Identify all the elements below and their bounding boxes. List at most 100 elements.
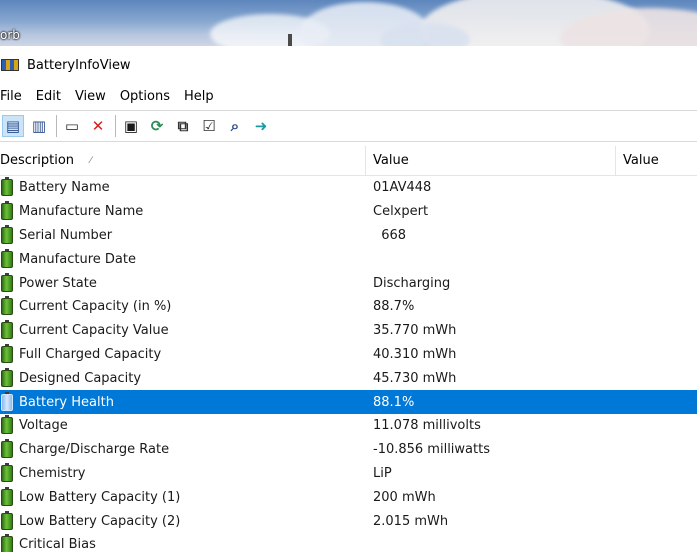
exit-button[interactable]: ➜ (250, 115, 272, 137)
value-cell: LiP (373, 465, 392, 481)
table-row[interactable]: Low Battery Capacity (1) 200 mWh (0, 485, 697, 509)
options-icon: ☑ (202, 116, 216, 135)
battery-icon (1, 248, 13, 268)
table-row[interactable]: Manufacture Name Celxpert (0, 200, 697, 224)
battery-icon (1, 510, 13, 530)
description-text: Charge/Discharge Rate (19, 442, 170, 458)
battery-icon (1, 367, 13, 387)
description-cell: Low Battery Capacity (1) (0, 486, 366, 506)
html-report-button[interactable]: ▤ (2, 115, 24, 137)
save-button[interactable]: ▣ (120, 115, 142, 137)
description-text: Designed Capacity (19, 370, 142, 386)
options-button[interactable]: ☑ (198, 115, 220, 137)
table-row[interactable]: Chemistry LiP (0, 462, 697, 486)
columns-icon: ▭ (64, 116, 80, 135)
value-cell: 88.7% (373, 299, 415, 315)
toolbar-separator (115, 115, 116, 137)
battery-icon (1, 439, 13, 459)
description-text: Power State (19, 275, 97, 291)
description-text: Chemistry (19, 465, 86, 481)
delete-icon: ✕ (91, 116, 105, 135)
window-title-bar[interactable]: BatteryInfoView (0, 46, 697, 84)
columns-button[interactable]: ▭ (61, 115, 83, 137)
value-cell: Celxpert (373, 204, 429, 220)
table-row[interactable]: Serial Number 668 (0, 224, 697, 248)
table-row[interactable]: Current Capacity (in %) 88.7% (0, 295, 697, 319)
delete-button[interactable]: ✕ (87, 115, 109, 137)
desktop-background: orb (0, 0, 697, 46)
battery-icon (1, 177, 13, 197)
value-cell: 200 mWh (373, 489, 436, 505)
description-cell: Manufacture Date (0, 248, 366, 268)
menu-view[interactable]: View (75, 89, 114, 104)
battery-icon (1, 462, 13, 482)
menu-edit[interactable]: Edit (36, 89, 69, 104)
battery-icon (1, 415, 13, 435)
table-row[interactable]: Power State Discharging (0, 271, 697, 295)
battery-icon (1, 296, 13, 316)
table-row[interactable]: Designed Capacity 45.730 mWh (0, 366, 697, 390)
menu-file[interactable]: File (0, 89, 30, 104)
column-header-value-2[interactable]: Value (616, 146, 697, 176)
menu-help[interactable]: Help (184, 89, 222, 104)
description-text: Critical Bias (19, 537, 96, 552)
toolbar: ▤ ▥ ▭ ✕ ▣ ⟳ ⧉ ☑ ⌕ ➜ (0, 110, 697, 142)
description-cell: Charge/Discharge Rate (0, 439, 366, 459)
value-cell: 40.310 mWh (373, 346, 457, 362)
description-cell: Full Charged Capacity (0, 343, 366, 363)
description-cell: Low Battery Capacity (2) (0, 510, 366, 530)
column-header-value[interactable]: Value (366, 146, 616, 176)
description-cell: Manufacture Name (0, 201, 366, 221)
find-icon: ⌕ (230, 116, 240, 135)
copy-button[interactable]: ⧉ (172, 115, 194, 137)
description-text: Manufacture Date (19, 251, 136, 267)
battery-app-icon (1, 59, 19, 71)
description-text: Serial Number (19, 227, 113, 243)
window-title: BatteryInfoView (27, 57, 131, 73)
table-row[interactable]: Critical Bias (0, 533, 697, 552)
desktop-detail (288, 34, 292, 46)
battery-icon (1, 391, 13, 411)
description-text: Low Battery Capacity (1) (19, 489, 181, 505)
menu-bar: File Edit View Options Help (0, 84, 697, 108)
battery-icon (1, 343, 13, 363)
column-header-label: Description (0, 153, 75, 168)
description-cell: Battery Name (0, 177, 366, 197)
battery-icon (1, 320, 13, 340)
table-row[interactable]: Charge/Discharge Rate -10.856 milliwatts (0, 438, 697, 462)
battery-icon (1, 201, 13, 221)
table-row[interactable]: Battery Health 88.1% (0, 390, 697, 414)
refresh-icon: ⟳ (150, 116, 164, 135)
table-row[interactable]: Current Capacity Value 35.770 mWh (0, 319, 697, 343)
description-cell: Current Capacity (in %) (0, 296, 366, 316)
description-text: Battery Name (19, 180, 110, 196)
column-header-label: Value (373, 153, 409, 168)
description-cell: Voltage (0, 415, 366, 435)
table-row[interactable]: Voltage 11.078 millivolts (0, 414, 697, 438)
battery-icon (1, 486, 13, 506)
properties-list-button[interactable]: ▥ (28, 115, 50, 137)
value-cell: 45.730 mWh (373, 370, 457, 386)
value-cell: 11.078 millivolts (373, 418, 481, 434)
battery-icon (1, 534, 13, 552)
table-row[interactable]: Full Charged Capacity 40.310 mWh (0, 343, 697, 367)
description-cell: Chemistry (0, 462, 366, 482)
value-cell: 88.1% (373, 394, 415, 410)
menu-options[interactable]: Options (120, 89, 178, 104)
value-cell: -10.856 milliwatts (373, 442, 490, 458)
description-cell: Battery Health (0, 391, 366, 411)
description-text: Current Capacity (in %) (19, 299, 172, 315)
html-report-icon: ▤ (5, 116, 21, 135)
description-cell: Serial Number (0, 224, 366, 244)
desktop-label: orb (0, 28, 20, 42)
value-cell: 35.770 mWh (373, 323, 457, 339)
description-cell: Power State (0, 272, 366, 292)
table-row[interactable]: Low Battery Capacity (2) 2.015 mWh (0, 509, 697, 533)
table-row[interactable]: Battery Name 01AV448 (0, 176, 697, 200)
refresh-button[interactable]: ⟳ (146, 115, 168, 137)
description-text: Manufacture Name (19, 204, 144, 220)
column-header-description[interactable]: Description ⁄ (0, 146, 366, 176)
description-text: Battery Health (19, 394, 114, 410)
find-button[interactable]: ⌕ (224, 115, 246, 137)
table-row[interactable]: Manufacture Date (0, 247, 697, 271)
